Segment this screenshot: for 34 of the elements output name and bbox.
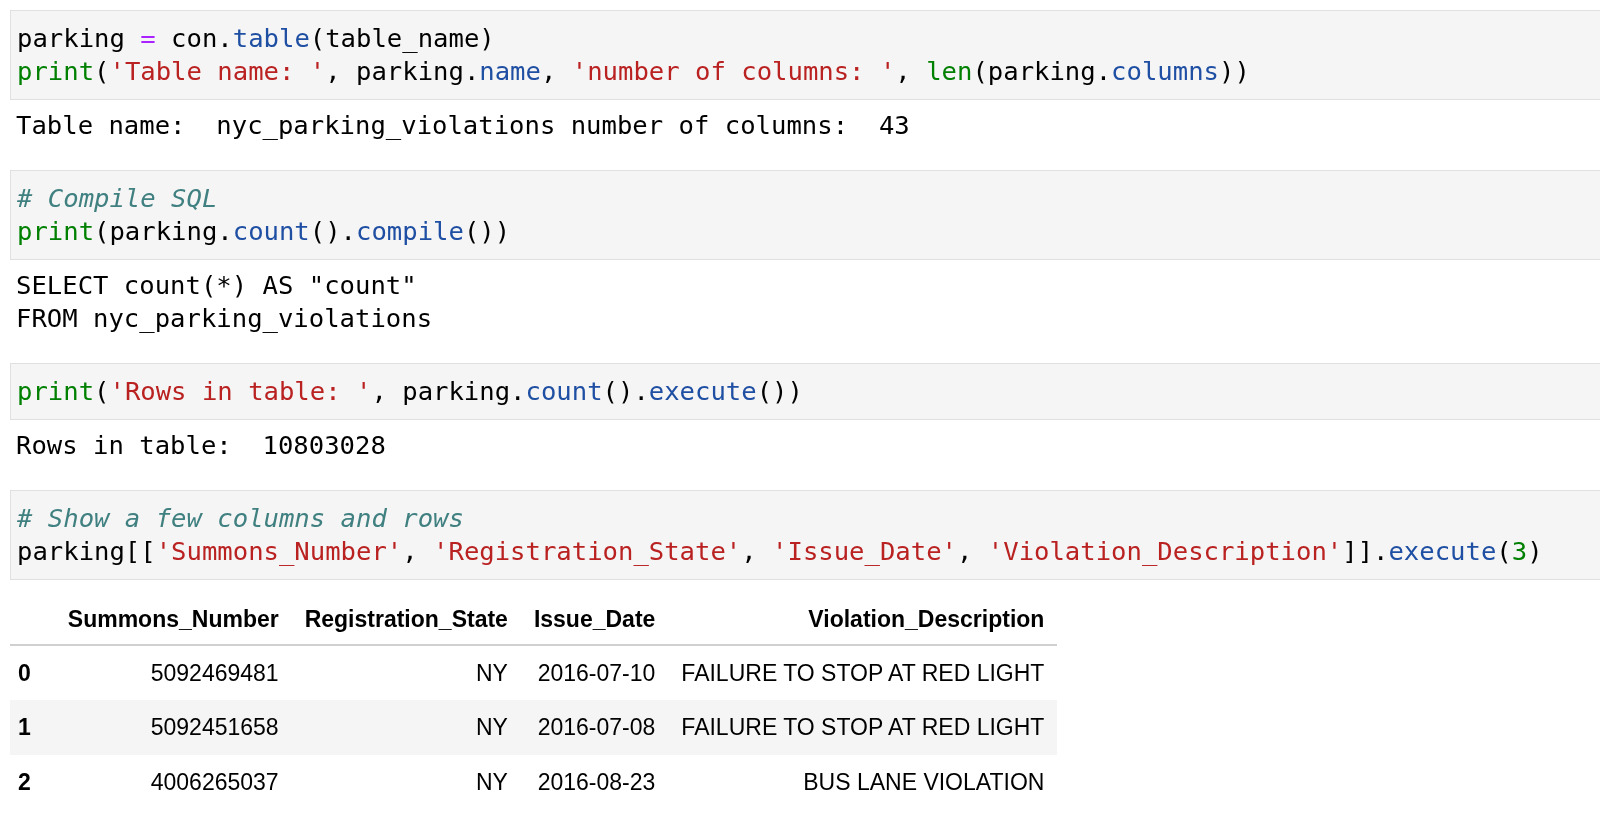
table-cell: NY xyxy=(475,659,508,686)
output-text: SELECT count(*) AS "count" xyxy=(16,269,417,302)
table-cell: NY xyxy=(475,714,508,740)
column-header: Issue_Date xyxy=(533,605,656,632)
column-header: Registration_State xyxy=(304,605,508,632)
code-line: parking[['Summons_Number', 'Registration_State', 'Issue_Date', 'Violation_Description']].execute(3) xyxy=(17,535,1543,568)
column-header: Violation_Description xyxy=(808,605,1045,632)
table-cell: 2016-07-10 xyxy=(537,659,656,686)
table-cell: 5092469481 xyxy=(150,659,279,686)
table-cell: BUS LANE VIOLATION xyxy=(803,769,1045,795)
table-cell: FAILURE TO STOP AT RED LIGHT xyxy=(681,659,1045,686)
output-text: Rows in table: 10803028 xyxy=(16,429,386,462)
code-cell[interactable]: parking = con.table(table_name) print('Table name: ', parking.name, 'number of columns: ', len(parking.columns)) xyxy=(10,10,1600,100)
output-text: FROM nyc_parking_violations xyxy=(16,302,433,335)
table-cell: FAILURE TO STOP AT RED LIGHT xyxy=(681,714,1045,740)
row-index: 1 xyxy=(18,714,31,740)
code-line: print(parking.count().compile()) xyxy=(17,215,511,248)
table-cell: 2016-07-08 xyxy=(537,714,656,740)
code-cell[interactable]: print('Rows in table: ', parking.count().execute()) xyxy=(10,363,1600,420)
row-index: 0 xyxy=(18,659,31,686)
code-line: print('Rows in table: ', parking.count().execute()) xyxy=(17,375,803,408)
code-line: parking = con.table(table_name) xyxy=(17,22,495,55)
table-cell: 2016-08-23 xyxy=(537,769,656,795)
row-index: 2 xyxy=(18,769,31,795)
code-line: # Show a few columns and rows xyxy=(17,502,464,535)
table-cell: 5092451658 xyxy=(150,714,279,740)
table-cell: 4006265037 xyxy=(150,769,279,795)
code-line: # Compile SQL xyxy=(17,182,218,215)
code-line: print('Table name: ', parking.name, 'number of columns: ', len(parking.columns)) xyxy=(17,55,1250,88)
table-cell: NY xyxy=(475,769,508,795)
code-cell[interactable]: # Show a few columns and rows parking[['Summons_Number', 'Registration_State', 'Issue_Date', 'Violation_Description']].execute(3) xyxy=(10,490,1600,580)
column-header: Summons_Number xyxy=(67,605,279,632)
output-text: Table name: nyc_parking_violations number of columns: 43 xyxy=(16,109,910,142)
code-cell[interactable]: # Compile SQL print(parking.count().compile()) xyxy=(10,170,1600,260)
